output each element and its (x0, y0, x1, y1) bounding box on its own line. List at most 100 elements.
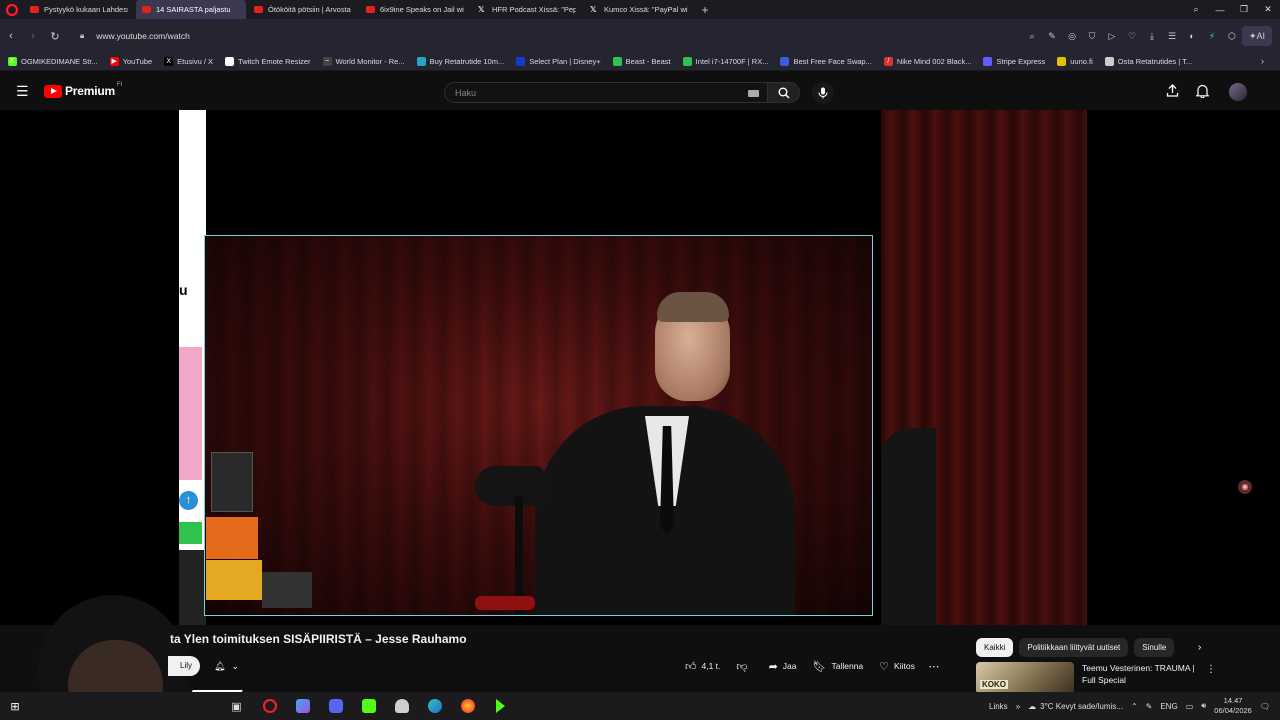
minimize-button[interactable]: — (1208, 5, 1232, 15)
chip-politics[interactable]: Politiikkaan liittyvät uutiset (1019, 638, 1129, 657)
restore-button[interactable]: ❐ (1232, 4, 1256, 15)
notifications-button[interactable] (1195, 84, 1210, 103)
bookmark-favicon-icon (612, 57, 622, 66)
browser-tab-active[interactable]: 14 SAIRASTA paljastu (136, 0, 246, 19)
ai-button[interactable]: ✦AI (1242, 26, 1272, 46)
bookmark-item[interactable]: Select Plan | Disney+ (516, 57, 601, 66)
bookmark-label: Osta Retatrutides | T... (1117, 57, 1193, 66)
save-label: Tallenna (831, 661, 864, 671)
account-avatar[interactable] (1229, 83, 1247, 101)
search-button[interactable] (767, 82, 800, 103)
bookmarks-overflow-icon[interactable]: › (1261, 56, 1264, 66)
search-tabs-icon[interactable]: ⌕ (1184, 4, 1208, 15)
bookmark-item[interactable]: ~ World Monitor - Re... (322, 57, 405, 66)
bookmark-item[interactable]: / Nike Mind 002 Black... (883, 57, 971, 66)
profile-icon[interactable]: ◐ (1182, 31, 1202, 41)
dislike-button[interactable]: 👎︎ (728, 655, 760, 677)
language-indicator[interactable]: ENG (1160, 702, 1177, 711)
browser-tab[interactable]: 𝕏 HFR Podcast Xissä: "Pepp (472, 0, 582, 19)
edge-taskbar-icon[interactable] (418, 692, 451, 720)
bookmark-item[interactable]: Best Free Face Swap... (780, 57, 872, 66)
links-toolbar[interactable]: Links (989, 702, 1008, 711)
new-tab-button[interactable]: + (696, 3, 714, 17)
like-button[interactable]: 👍︎ 4,1 t. (677, 655, 728, 677)
more-actions-button[interactable]: ⋯ (923, 660, 945, 673)
clock[interactable]: 14.47 06/04/2026 (1214, 696, 1252, 716)
bookmark-item[interactable]: X Etusivu / X (164, 57, 213, 66)
shield-icon[interactable]: ⛉ (1082, 31, 1102, 42)
browser-tab[interactable]: Ötököitä pötsiin | Arvosta (248, 0, 358, 19)
back-button[interactable]: ‹ (0, 30, 22, 42)
share-label: Jaa (782, 661, 797, 671)
chip-for-you[interactable]: Sinulle (1134, 638, 1175, 657)
firefox-taskbar-icon[interactable] (451, 692, 484, 720)
browser-tab[interactable]: 6ix9ine Speaks on Jail with (360, 0, 470, 19)
pen-icon[interactable]: ✎ (1146, 702, 1153, 711)
kick-taskbar-icon[interactable] (352, 692, 385, 720)
overlay-sidebar-strip: u ↑ (179, 110, 206, 625)
opera-logo-icon[interactable] (4, 2, 20, 18)
discord-taskbar-icon[interactable] (319, 692, 352, 720)
recommended-video[interactable]: KOKO Teemu Vesterinen: TRAUMA | Full Spe… (976, 662, 1236, 696)
recommended-more-icon[interactable]: ⋮ (1206, 664, 1216, 675)
chip-all[interactable]: Kaikki (976, 638, 1014, 657)
url-field[interactable]: 🔒︎ www.youtube.com/watch (80, 31, 190, 41)
weather-widget[interactable]: ☁ 3°C Kevyt sade/lumis... (1028, 702, 1123, 711)
voice-search-button[interactable] (812, 82, 834, 104)
dollar-heart-icon: ♡ (879, 660, 890, 673)
subscribe-button[interactable]: Lily (168, 656, 201, 676)
save-button[interactable]: 🔖︎ Tallenna (805, 655, 872, 677)
cube-icon[interactable]: ⬡ (1222, 31, 1242, 42)
bookmark-item[interactable]: Stripe Express (983, 57, 1045, 66)
browser-tab[interactable]: 𝕏 Kumco Xissä: "PayPal will (584, 0, 694, 19)
reload-button[interactable]: ↻ (44, 30, 66, 43)
opera-taskbar-icon[interactable] (253, 692, 286, 720)
play-icon[interactable]: ▷ (1102, 31, 1122, 42)
edit-icon[interactable]: ✎ (1042, 31, 1062, 42)
download-icon[interactable]: ⤓ (1142, 31, 1162, 42)
bookmark-item[interactable]: K OGMIKEDIMANE Str... (8, 57, 98, 66)
bookmark-item[interactable]: Osta Retatrutides | T... (1104, 57, 1193, 66)
extension-icon[interactable]: ⚡ (1202, 31, 1222, 42)
bookmark-item[interactable]: Intel i7-14700F | RX... (682, 57, 768, 66)
create-button[interactable] (1166, 84, 1179, 102)
bookmark-label: Buy Retatrutide 10m... (429, 57, 505, 66)
search-input[interactable] (455, 87, 735, 98)
microphone-icon (818, 87, 828, 99)
subscription-bell-button[interactable]: 🔔︎ ⌄ (214, 661, 239, 672)
recommended-thumbnail[interactable]: KOKO (976, 662, 1074, 694)
menu-icon[interactable]: ☰ (1162, 31, 1182, 42)
recommended-title[interactable]: Teemu Vesterinen: TRAUMA | Full Special (1082, 662, 1202, 696)
windows-start-icon[interactable]: ⊞ (0, 700, 30, 713)
orange-product-box (206, 517, 258, 559)
bookmark-item[interactable]: Buy Retatrutide 10m... (416, 57, 505, 66)
youtube-premium-logo[interactable]: Premium FI (44, 82, 122, 98)
volume-icon[interactable]: 🔊︎ (1201, 701, 1206, 711)
camera-icon[interactable]: ◎ (1062, 31, 1082, 42)
close-window-button[interactable]: ✕ (1256, 4, 1280, 15)
bookmark-favicon-icon: / (883, 57, 893, 66)
shield-taskbar-icon[interactable] (385, 692, 418, 720)
zoom-icon[interactable]: ⌕ (1022, 31, 1042, 42)
editor-taskbar-icon[interactable] (286, 692, 319, 720)
hamburger-menu-icon[interactable]: ☰ (16, 83, 29, 100)
bookmark-item[interactable]: Beast - Beast (612, 57, 671, 66)
network-icon[interactable]: ▭ (1186, 702, 1194, 711)
chevron-right-icon[interactable]: › (1198, 642, 1201, 653)
task-view-icon[interactable]: ▣ (220, 692, 253, 720)
notification-center-icon[interactable]: 🗨︎ (1260, 702, 1270, 711)
streaming-taskbar-icon[interactable] (484, 692, 517, 720)
chevron-double-icon[interactable]: » (1016, 702, 1020, 711)
bookmark-item[interactable]: uuno.fi (1057, 57, 1093, 66)
forward-button[interactable]: › (22, 30, 44, 42)
keyboard-icon[interactable] (748, 90, 759, 97)
thanks-button[interactable]: ♡ Kiitos (871, 655, 923, 677)
bookmark-item[interactable]: Twitch Emote Resizer (225, 57, 311, 66)
browser-tab[interactable]: Pystyykö kukaan Lahdess (24, 0, 134, 19)
tray-expand-icon[interactable]: ⌃ (1131, 702, 1138, 711)
share-button[interactable]: ➦ Jaa (761, 655, 805, 677)
heart-icon[interactable]: ♡ (1122, 31, 1142, 42)
bookmark-item[interactable]: ▶ YouTube (109, 57, 152, 66)
video-player[interactable]: u ↑ (0, 110, 1280, 625)
youtube-play-icon (44, 84, 62, 98)
